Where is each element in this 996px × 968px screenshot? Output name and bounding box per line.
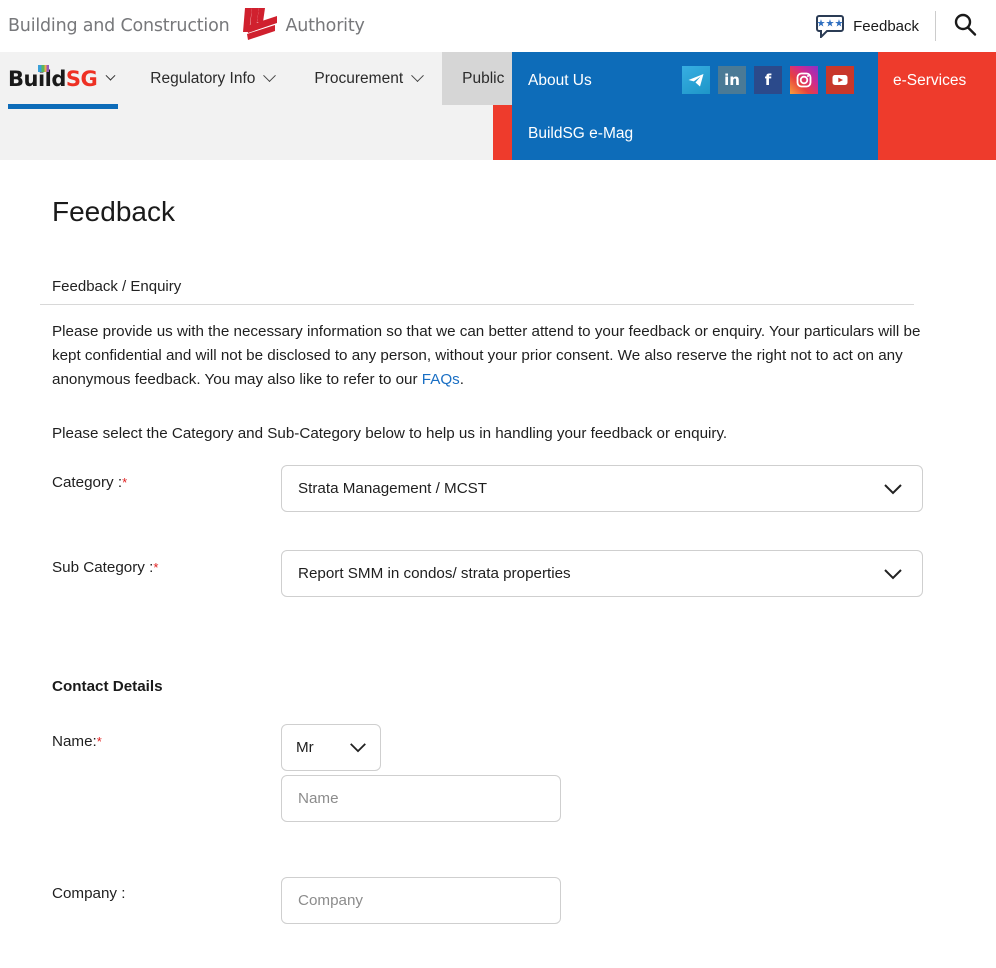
chevron-down-icon <box>263 69 277 83</box>
active-nav-underline <box>8 104 118 109</box>
sub-category-selected-value: Report SMM in condos/ strata properties <box>298 565 571 582</box>
buildsg-logo: BuildSG <box>8 64 98 91</box>
intro-paragraph-text-a: Please provide us with the necessary inf… <box>52 323 921 388</box>
instagram-icon[interactable] <box>790 66 818 94</box>
contact-details-heading: Contact Details <box>52 678 163 695</box>
salutation-select[interactable]: Mr <box>281 724 381 771</box>
linkedin-glyph: in <box>724 71 740 89</box>
company-label: Company : <box>52 885 125 902</box>
eservices-label: e-Services <box>893 72 967 89</box>
search-icon <box>954 13 977 36</box>
section-tab-label: Feedback / Enquiry <box>52 278 182 295</box>
nav-item-label: Regulatory Info <box>150 69 256 87</box>
org-name-left: Building and Construction <box>8 16 230 36</box>
faqs-link[interactable]: FAQs <box>422 371 460 388</box>
salutation-selected-value: Mr <box>296 739 314 756</box>
required-marker: * <box>122 475 128 490</box>
required-marker: * <box>153 560 159 575</box>
search-button[interactable] <box>936 0 996 52</box>
chevron-down-icon <box>884 483 902 494</box>
bca-brand[interactable]: Building and Construction Authority <box>8 4 365 48</box>
category-label-text: Category : <box>52 474 123 491</box>
category-instruction-paragraph: Please select the Category and Sub-Categ… <box>52 425 728 442</box>
section-tab-feedback-enquiry[interactable]: Feedback / Enquiry <box>40 278 914 305</box>
main-navigation: BuildSG Regulatory Info Procurement Publ… <box>0 52 996 160</box>
facebook-glyph: f <box>764 71 772 89</box>
feedback-button[interactable]: ★★★ Feedback <box>816 14 935 38</box>
sub-category-label-text: Sub Category : <box>52 559 154 576</box>
name-input[interactable] <box>281 775 561 822</box>
category-selected-value: Strata Management / MCST <box>298 480 488 497</box>
facebook-icon[interactable]: f <box>754 66 782 94</box>
telegram-icon[interactable] <box>682 66 710 94</box>
chevron-down-icon <box>411 69 424 83</box>
nav-item-label: Procurement <box>314 69 404 87</box>
nav-items: BuildSG Regulatory Info Procurement Publ… <box>0 52 544 109</box>
mega-menu-item-about-us[interactable]: About Us <box>528 72 592 90</box>
singapore-flag-icon <box>38 64 49 72</box>
name-label: Name:* <box>52 733 102 750</box>
sub-category-label: Sub Category :* <box>52 559 158 576</box>
nav-item-label: Public <box>462 69 505 87</box>
category-select[interactable]: Strata Management / MCST <box>281 465 923 512</box>
linkedin-icon[interactable]: in <box>718 66 746 94</box>
public-mega-menu: About Us BuildSG e-Mag in f <box>512 52 878 160</box>
eservices-button[interactable]: e-Services <box>878 52 996 160</box>
bca-logo-icon <box>243 8 278 40</box>
page-title: Feedback <box>52 196 175 227</box>
social-links: in f <box>682 66 854 94</box>
chevron-down-icon <box>350 743 366 753</box>
intro-paragraph: Please provide us with the necessary inf… <box>52 320 936 392</box>
nav-red-accent-strip <box>493 105 512 160</box>
site-header: Building and Construction Authority ★★★ … <box>0 0 996 52</box>
nav-item-regulatory-info[interactable]: Regulatory Info <box>130 52 294 105</box>
speech-bubble-icon: ★★★ <box>816 15 845 38</box>
svg-text:★★★: ★★★ <box>817 19 844 30</box>
company-input[interactable] <box>281 877 561 924</box>
logo-sg-text: SG <box>65 66 98 91</box>
feedback-label: Feedback <box>853 17 919 35</box>
chevron-down-icon <box>884 568 902 579</box>
logo-build-text: Build <box>8 66 66 91</box>
name-label-text: Name: <box>52 733 97 750</box>
category-label: Category :* <box>52 474 127 491</box>
intro-paragraph-text-b: . <box>459 371 464 388</box>
required-marker: * <box>96 734 102 749</box>
youtube-icon[interactable] <box>826 66 854 94</box>
mega-menu-item-buildsg-emag[interactable]: BuildSG e-Mag <box>528 125 633 143</box>
chevron-down-icon <box>105 70 116 81</box>
sidebar-item-buildsg-logo[interactable]: BuildSG <box>0 52 130 109</box>
company-label-text: Company : <box>52 885 126 902</box>
header-actions: ★★★ Feedback <box>816 0 996 52</box>
sub-category-select[interactable]: Report SMM in condos/ strata properties <box>281 550 923 597</box>
org-name-right: Authority <box>285 16 365 36</box>
nav-item-procurement[interactable]: Procurement <box>294 52 442 105</box>
